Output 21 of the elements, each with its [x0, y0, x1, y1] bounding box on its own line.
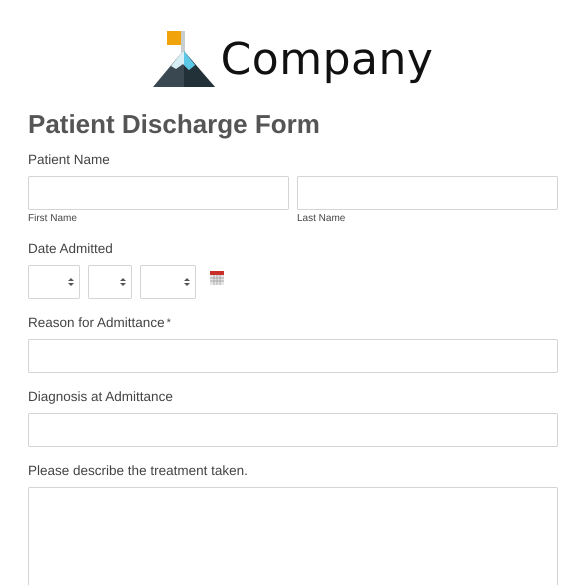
mountain-flag-logo-icon — [152, 29, 215, 89]
date-select[interactable] — [88, 265, 132, 299]
form-title: Patient Discharge Form — [28, 108, 321, 140]
dropdown-arrows-icon — [120, 277, 126, 287]
text-input-field[interactable] — [28, 413, 558, 447]
date-select[interactable] — [140, 265, 196, 299]
field-label: Patient Name — [28, 152, 111, 168]
name-input-field[interactable] — [297, 176, 558, 210]
company-logo-text: Company — [220, 34, 434, 84]
sub-label: First Name — [28, 213, 78, 225]
name-input-field[interactable] — [28, 176, 289, 210]
dropdown-arrows-icon — [184, 277, 190, 287]
text-input-field[interactable] — [28, 339, 558, 373]
field-label: Diagnosis at Admittance — [28, 389, 174, 405]
field-label: Date Admitted — [28, 241, 114, 257]
dropdown-arrows-icon — [68, 277, 74, 287]
date-select[interactable] — [28, 265, 80, 299]
field-label: Please describe the treatment taken. — [28, 463, 249, 479]
sub-label: Last Name — [297, 213, 346, 225]
calendar-icon[interactable] — [210, 271, 224, 285]
field-label: Reason for Admittance* — [28, 315, 172, 331]
